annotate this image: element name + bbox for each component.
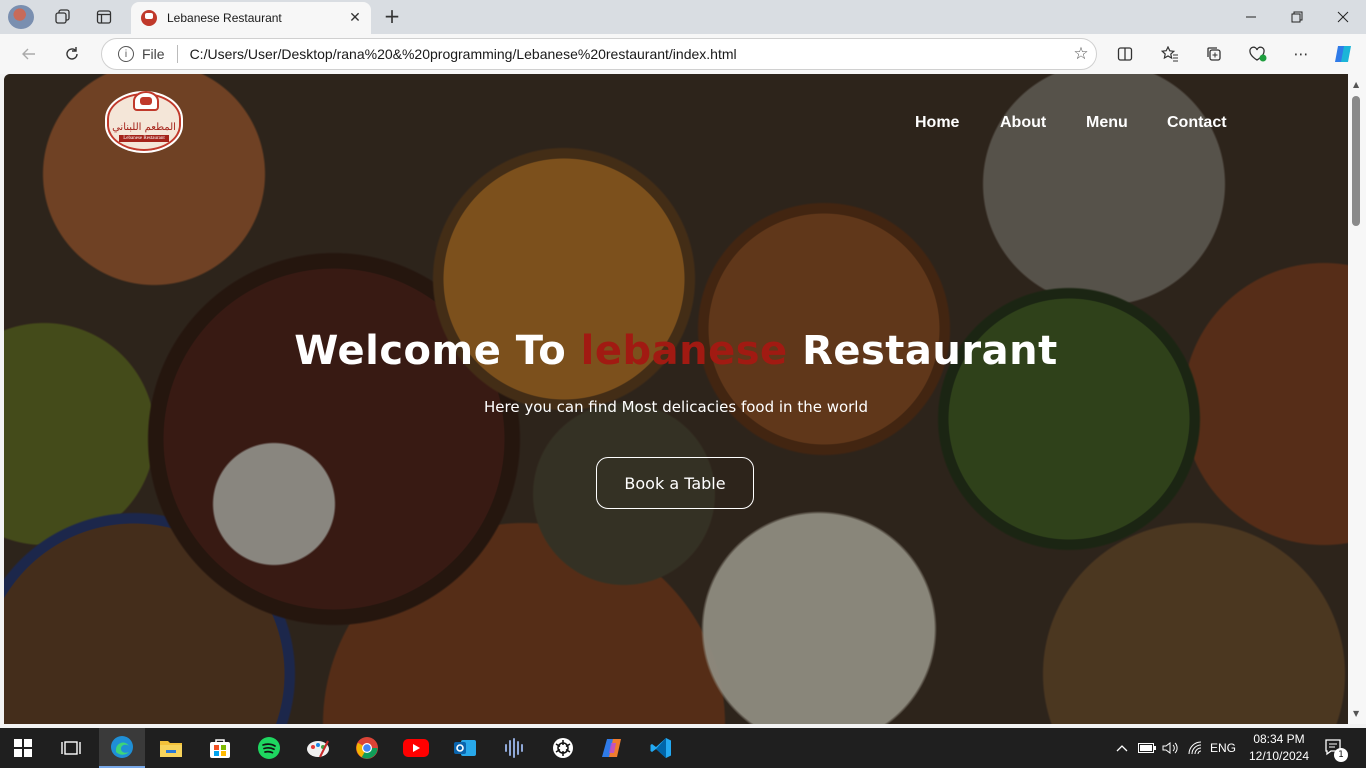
chatgpt-icon[interactable] [540,728,586,768]
address-bar[interactable]: i File C:/Users/User/Desktop/rana%20&%20… [101,38,1097,70]
scrollbar-thumb[interactable] [1352,96,1360,226]
hero-title-accent: lebanese [580,328,788,374]
chrome-icon[interactable] [344,728,390,768]
web-page-viewport: المطعم اللبناني Lebanese Restaurant Home… [4,74,1348,724]
more-options-icon[interactable]: ⋯ [1288,42,1314,66]
windows-start-icon[interactable] [0,728,46,768]
windows-taskbar: ENG 08:34 PM 12/10/2024 1 [0,728,1366,768]
hero-title: Welcome To lebanese Restaurant [4,328,1348,374]
show-hidden-icons-icon[interactable] [1112,728,1132,768]
hero-title-suffix: Restaurant [787,328,1058,374]
back-arrow-icon[interactable] [14,40,44,68]
address-separator [176,45,178,63]
minimize-window-icon[interactable] [1228,0,1274,34]
scroll-down-arrow-icon[interactable]: ▼ [1353,709,1359,718]
split-screen-icon[interactable] [1112,42,1138,66]
outlook-icon[interactable] [442,728,488,768]
file-explorer-icon[interactable] [148,728,194,768]
logo-english-text: Lebanese Restaurant [119,135,169,142]
book-table-button[interactable]: Book a Table [596,457,754,509]
close-window-icon[interactable] [1320,0,1366,34]
clock-date: 12/10/2024 [1248,749,1310,763]
copilot-icon[interactable] [1330,42,1356,66]
nav-menu[interactable]: Menu [1086,114,1128,132]
volume-icon[interactable] [1160,728,1182,768]
scroll-up-arrow-icon[interactable]: ▲ [1353,80,1359,89]
close-tab-icon[interactable]: ✕ [345,10,365,26]
nav-contact[interactable]: Contact [1167,114,1227,132]
favorite-star-icon[interactable]: ☆ [1066,44,1096,64]
url-scheme-label: File [142,46,165,62]
clock-time: 08:34 PM [1253,732,1305,746]
vertical-tabs-icon[interactable] [91,5,117,29]
restore-window-icon[interactable] [1274,0,1320,34]
nav-home[interactable]: Home [915,114,959,132]
new-tab-button[interactable]: + [380,5,404,29]
browser-essentials-icon[interactable] [1245,42,1271,66]
restaurant-logo[interactable]: المطعم اللبناني Lebanese Restaurant [105,91,183,153]
microsoft-store-icon[interactable] [197,728,243,768]
vscode-icon[interactable] [638,728,684,768]
profile-avatar[interactable] [8,5,34,29]
task-view-icon[interactable] [48,728,94,768]
spotify-icon[interactable] [246,728,292,768]
network-icon[interactable] [1185,728,1207,768]
language-indicator[interactable]: ENG [1208,728,1238,768]
notifications-icon[interactable]: 1 [1324,738,1348,762]
browser-tabstrip: Lebanese Restaurant ✕ + [0,0,1366,34]
youtube-icon[interactable] [393,728,439,768]
site-info-icon[interactable]: i [118,46,134,62]
system-clock[interactable]: 08:34 PM 12/10/2024 [1238,731,1320,765]
paint-icon[interactable] [295,728,341,768]
hero-title-prefix: Welcome To [294,328,581,374]
tab-title: Lebanese Restaurant [167,11,282,25]
restaurant-favicon-icon [141,10,157,26]
workspaces-icon[interactable] [50,5,76,29]
browser-toolbar: i File C:/Users/User/Desktop/rana%20&%20… [0,34,1366,74]
chef-hat-icon [133,91,159,111]
copilot-app-icon[interactable] [589,728,635,768]
notification-count-badge: 1 [1334,748,1348,762]
battery-icon[interactable] [1136,728,1158,768]
nav-about[interactable]: About [1000,114,1046,132]
page-scrollbar[interactable]: ▲ ▼ [1348,74,1366,724]
collections-icon[interactable] [1201,42,1227,66]
browser-tab-active[interactable]: Lebanese Restaurant ✕ [131,2,371,34]
edge-icon[interactable] [99,728,145,768]
hero-subtitle: Here you can find Most delicacies food i… [483,398,869,416]
refresh-icon[interactable] [57,40,87,68]
url-text[interactable]: C:/Users/User/Desktop/rana%20&%20program… [190,46,1066,62]
logo-arabic-text: المطعم اللبناني [112,122,176,133]
favorites-icon[interactable] [1157,42,1183,66]
audio-app-icon[interactable] [491,728,537,768]
